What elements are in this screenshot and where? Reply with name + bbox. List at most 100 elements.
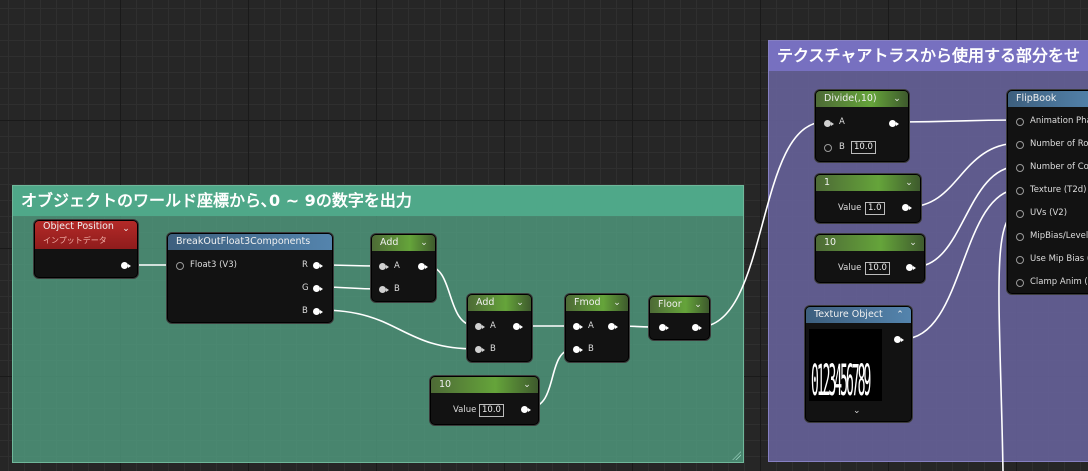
input-pin-float3[interactable]	[176, 262, 184, 270]
pin-label: Clamp Anim (s	[1030, 277, 1088, 287]
pin-label: Use Mip Bias (	[1030, 254, 1088, 264]
pin-label: MipBias/Level	[1030, 231, 1088, 241]
pin-label: Number of Colu	[1030, 162, 1088, 172]
node-title: BreakOutFloat3Components	[176, 236, 311, 247]
node-fmod[interactable]: Fmod ⌄ A B	[565, 294, 629, 362]
node-title: Add	[380, 237, 399, 248]
node-constant-10-left[interactable]: 10 ⌄ Value 10.0	[430, 376, 539, 425]
comment-title[interactable]: オブジェクトのワールド座標から､0 ~ 9の数字を出力	[13, 186, 743, 216]
pin-label: UVs (V2)	[1030, 208, 1068, 218]
input-pin-a[interactable]	[573, 323, 583, 330]
chevron-down-icon[interactable]: ⌄	[692, 299, 704, 311]
input-pin-a[interactable]	[824, 120, 834, 127]
pin-label-b: B	[839, 142, 845, 152]
node-constant-1[interactable]: 1 ⌄ Value 1.0	[815, 174, 921, 223]
output-pin[interactable]	[608, 323, 618, 330]
output-pin[interactable]	[513, 323, 523, 330]
value-label: Value	[838, 203, 862, 213]
chevron-down-icon[interactable]: ⌄	[514, 297, 526, 309]
chevron-down-icon[interactable]: ⌄	[521, 379, 533, 391]
output-pin-r[interactable]	[313, 262, 323, 269]
input-pin[interactable]	[659, 324, 669, 331]
node-title: Texture Object	[814, 309, 883, 320]
node-header[interactable]: Add ⌄	[372, 235, 435, 251]
node-floor[interactable]: Floor ⌄	[649, 296, 710, 340]
value-field[interactable]: 10.0	[865, 262, 890, 275]
value-field[interactable]: 1.0	[865, 202, 885, 215]
node-texture-object[interactable]: Texture Object ⌃ 0123456789 ⌄	[805, 306, 912, 422]
node-breakout-float3[interactable]: BreakOutFloat3Components Float3 (V3) R G…	[167, 233, 333, 323]
pin-label-a: A	[394, 261, 400, 271]
node-header[interactable]: 10 ⌄	[431, 377, 538, 393]
pin-label-r: R	[302, 260, 308, 270]
input-pin-mipbias[interactable]	[1016, 233, 1024, 241]
node-header[interactable]: Add ⌄	[468, 295, 531, 311]
value-field-b[interactable]: 10.0	[851, 141, 876, 154]
texture-preview-digits: 0123456789	[811, 358, 871, 409]
node-add-2[interactable]: Add ⌄ A B	[467, 294, 532, 362]
input-pin-texture[interactable]	[1016, 187, 1024, 195]
node-header[interactable]: 10 ⌄	[816, 235, 924, 251]
input-pin-a[interactable]	[379, 263, 389, 270]
node-title: 1	[824, 177, 831, 188]
node-title: Floor	[658, 299, 682, 310]
value-field[interactable]: 10.0	[479, 404, 504, 417]
node-title: FlipBook	[1016, 93, 1057, 104]
chevron-down-icon[interactable]: ⌄	[853, 406, 861, 416]
pin-label-b: B	[588, 344, 594, 354]
node-divide[interactable]: Divide(,10) ⌄ A B 10.0	[815, 90, 909, 162]
node-add-1[interactable]: Add ⌄ A B	[371, 234, 436, 302]
chevron-down-icon[interactable]: ⌄	[120, 223, 132, 235]
node-constant-10-right[interactable]: 10 ⌄ Value 10.0	[815, 234, 925, 283]
chevron-down-icon[interactable]: ⌄	[903, 177, 915, 189]
output-pin[interactable]	[906, 264, 916, 271]
chevron-down-icon[interactable]: ⌄	[907, 237, 919, 249]
output-pin[interactable]	[902, 204, 912, 211]
node-header[interactable]: Divide(,10) ⌄	[816, 91, 908, 107]
input-pin-b[interactable]	[573, 346, 583, 353]
node-header[interactable]: FlipBook	[1008, 91, 1088, 107]
pin-label-b: B	[394, 284, 400, 294]
node-header[interactable]: BreakOutFloat3Components	[168, 234, 332, 250]
node-header[interactable]: Fmod ⌄	[566, 295, 628, 311]
resize-handle[interactable]	[731, 450, 741, 460]
comment-title[interactable]: テクスチャアトラスから使用する部分をせ	[769, 41, 1088, 71]
node-header[interactable]: Floor ⌄	[650, 297, 709, 313]
output-pin[interactable]	[894, 336, 904, 343]
input-pin-number-of-columns[interactable]	[1016, 164, 1024, 172]
input-pin-a[interactable]	[475, 323, 485, 330]
input-pin-b[interactable]	[824, 144, 832, 152]
chevron-down-icon[interactable]: ⌄	[891, 93, 903, 105]
node-title: 10	[439, 379, 452, 390]
chevron-down-icon[interactable]: ⌄	[611, 297, 623, 309]
node-flipbook[interactable]: FlipBook Animation Pha Number of Row Num…	[1007, 90, 1088, 294]
input-pin-clamp-anim[interactable]	[1016, 279, 1024, 287]
output-pin[interactable]	[121, 262, 131, 269]
input-pin-b[interactable]	[475, 346, 485, 353]
input-pin-uvs[interactable]	[1016, 210, 1024, 218]
output-pin[interactable]	[692, 324, 702, 331]
chevron-up-icon[interactable]: ⌃	[894, 309, 906, 321]
node-title: 10	[824, 237, 837, 248]
pin-label: Texture (T2d)	[1030, 185, 1087, 195]
pin-label-a: A	[490, 321, 496, 331]
input-pin-animation-phase[interactable]	[1016, 118, 1024, 126]
pin-label-g: G	[302, 283, 309, 293]
input-pin-number-of-rows[interactable]	[1016, 141, 1024, 149]
chevron-down-icon[interactable]: ⌄	[418, 237, 430, 249]
output-pin-g[interactable]	[313, 285, 323, 292]
pin-label-b: B	[302, 306, 308, 316]
output-pin[interactable]	[889, 120, 899, 127]
node-header[interactable]: 1 ⌄	[816, 175, 920, 191]
node-title: Divide(,10)	[824, 93, 877, 104]
output-pin-b[interactable]	[313, 308, 323, 315]
output-pin[interactable]	[521, 406, 531, 413]
node-object-position[interactable]: Object Position インプットデータ ⌄	[34, 220, 138, 278]
output-pin[interactable]	[418, 263, 428, 270]
texture-preview: 0123456789	[809, 329, 882, 408]
input-pin-b[interactable]	[379, 286, 389, 293]
node-header[interactable]: Texture Object ⌃	[806, 307, 911, 323]
pin-label-a: A	[588, 321, 594, 331]
input-pin-use-mip-bias[interactable]	[1016, 256, 1024, 264]
node-header[interactable]: Object Position インプットデータ ⌄	[35, 221, 137, 249]
